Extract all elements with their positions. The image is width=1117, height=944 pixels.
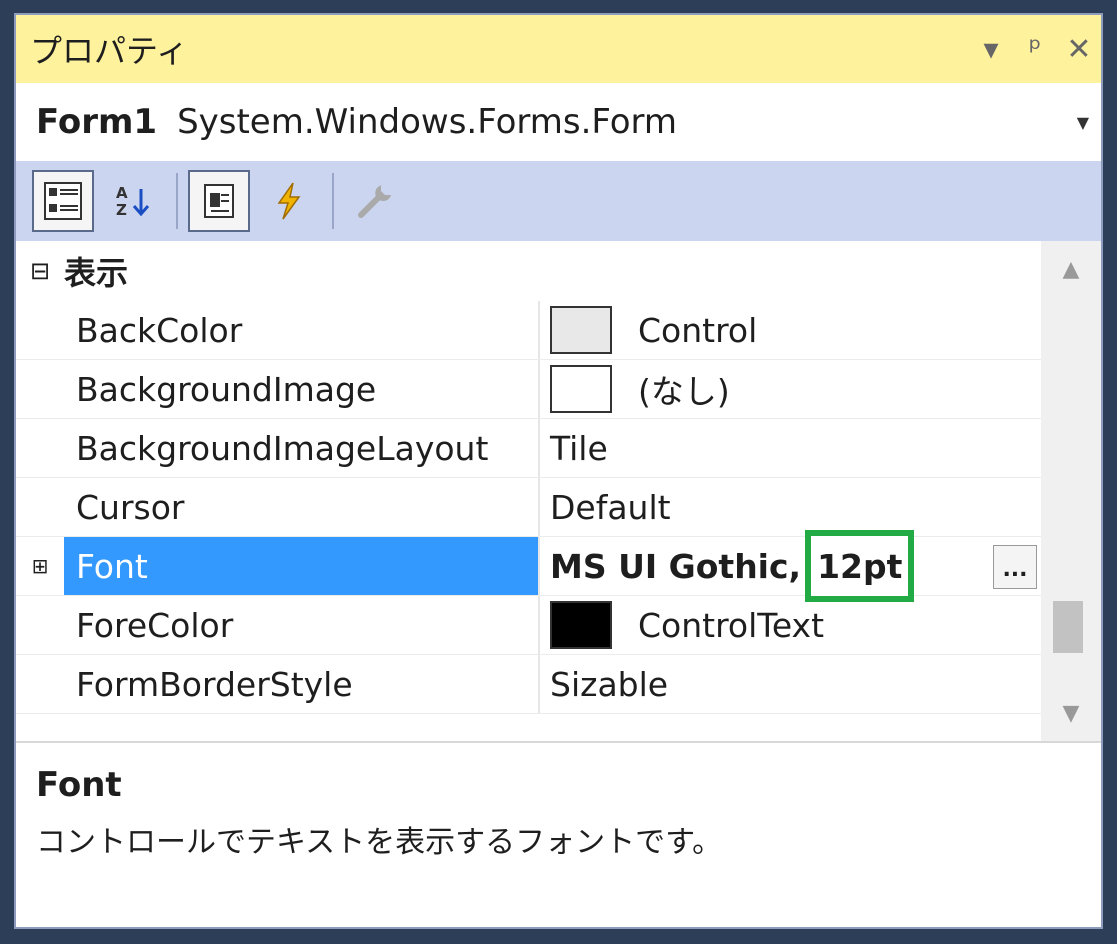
dropdown-icon[interactable]: ▾ [969, 32, 1013, 67]
svg-text:A: A [116, 184, 128, 202]
font-editor-button[interactable]: ... [993, 545, 1037, 589]
alphabetical-button[interactable]: A Z [102, 170, 164, 232]
property-name: BackColor [64, 301, 540, 359]
scrollbar-thumb[interactable] [1053, 601, 1083, 653]
property-value[interactable]: Tile [540, 419, 1041, 477]
object-selector[interactable]: Form1 System.Windows.Forms.Form ▼ [16, 83, 1101, 161]
category-row[interactable]: ⊟ 表示 [16, 241, 1041, 301]
properties-icon [204, 184, 234, 218]
color-swatch [550, 601, 612, 649]
property-row-backcolor[interactable]: BackColor Control [16, 301, 1041, 360]
property-row-forecolor[interactable]: ForeColor ControlText [16, 596, 1041, 655]
property-name: Cursor [64, 478, 540, 536]
alphabetical-icon: A Z [116, 184, 150, 219]
property-name: BackgroundImageLayout [64, 419, 540, 477]
events-button[interactable] [258, 170, 320, 232]
property-name: FormBorderStyle [64, 655, 540, 713]
title-bar: プロパティ ▾ ᵖ ✕ [16, 15, 1101, 83]
object-type: System.Windows.Forms.Form [177, 102, 678, 142]
window-title: プロパティ [30, 32, 189, 70]
toolbar: A Z [16, 161, 1101, 241]
image-swatch [550, 365, 612, 413]
properties-window: プロパティ ▾ ᵖ ✕ Form1 System.Windows.Forms.F… [14, 13, 1103, 929]
property-pages-icon [358, 185, 391, 218]
property-value[interactable]: ControlText [540, 596, 1041, 654]
description-text: コントロールでテキストを表示するフォントです。 [36, 825, 723, 860]
property-value[interactable]: Default [540, 478, 1041, 536]
property-grid: ⊟ 表示 BackColor Control BackgroundImage (… [16, 241, 1041, 741]
property-pages-button[interactable] [344, 170, 406, 232]
chevron-down-icon[interactable]: ▼ [1077, 113, 1101, 132]
expand-icon[interactable]: ⊞ [16, 537, 64, 595]
description-pane: Font コントロールでテキストを表示するフォントです。 [16, 741, 1101, 927]
property-row-font[interactable]: ⊞ Font MS UI Gothic, 12pt ... [16, 530, 1041, 602]
scroll-down-icon[interactable]: ▼ [1041, 693, 1101, 733]
property-value[interactable]: MS UI Gothic, 12pt ... [540, 530, 1041, 602]
toolbar-separator [176, 173, 178, 229]
events-icon [277, 182, 301, 220]
vertical-scrollbar[interactable]: ▲ ▼ [1041, 241, 1101, 741]
scroll-up-icon[interactable]: ▲ [1041, 249, 1101, 289]
categorized-button[interactable] [32, 170, 94, 232]
property-row-formborderstyle[interactable]: FormBorderStyle Sizable [16, 655, 1041, 714]
property-name: Font [64, 537, 540, 595]
category-title: 表示 [64, 254, 129, 292]
property-row-backgroundimage[interactable]: BackgroundImage (なし) [16, 360, 1041, 419]
object-name: Form1 [36, 102, 158, 142]
close-icon[interactable]: ✕ [1057, 32, 1101, 67]
property-value[interactable]: Control [540, 301, 1041, 359]
toolbar-separator [332, 173, 334, 229]
color-swatch [550, 306, 612, 354]
properties-button[interactable] [188, 170, 250, 232]
property-name: ForeColor [64, 596, 540, 654]
property-row-backgroundimagelayout[interactable]: BackgroundImageLayout Tile [16, 419, 1041, 478]
categorized-icon [44, 182, 82, 220]
svg-text:Z: Z [116, 201, 127, 219]
description-title: Font [36, 765, 122, 805]
highlighted-font-size: 12pt [805, 530, 915, 602]
property-value[interactable]: Sizable [540, 655, 1041, 713]
property-name: BackgroundImage [64, 360, 540, 418]
property-value[interactable]: (なし) [540, 360, 1041, 418]
property-row-cursor[interactable]: Cursor Default [16, 478, 1041, 537]
collapse-icon[interactable]: ⊟ [16, 257, 64, 285]
pin-icon[interactable]: ᵖ [1013, 32, 1057, 67]
